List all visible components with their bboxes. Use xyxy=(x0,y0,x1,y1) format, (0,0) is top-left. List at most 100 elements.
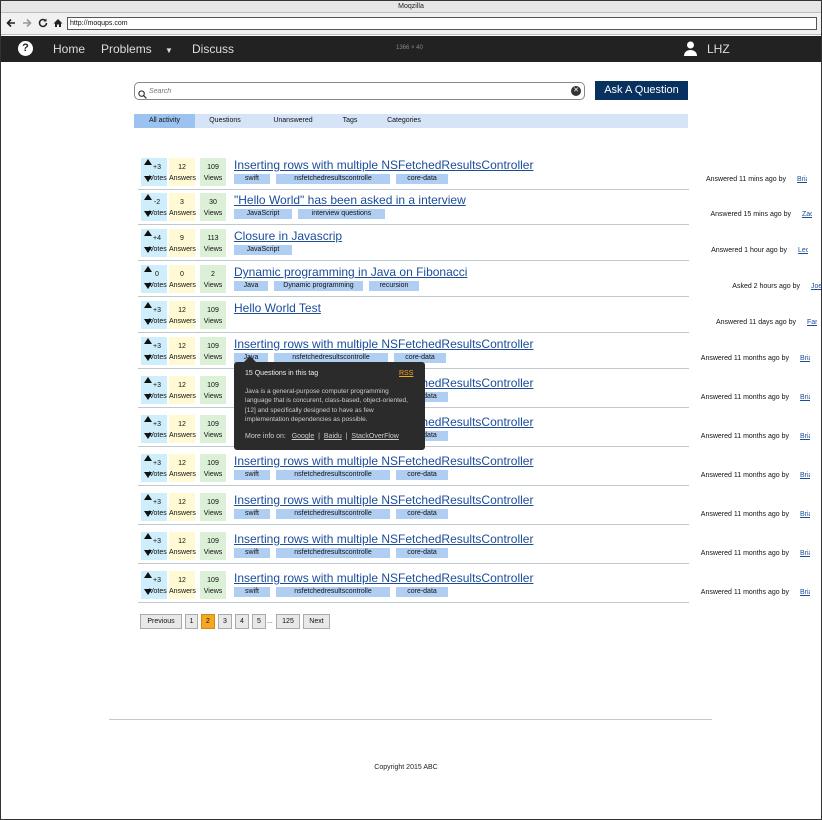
user-name[interactable]: LHZ xyxy=(707,42,730,56)
page-1-button[interactable]: 1 xyxy=(185,614,198,629)
user-link[interactable]: Zac xyxy=(802,210,812,219)
user-link[interactable]: Fan xyxy=(807,318,817,327)
tag-chip[interactable]: core-data xyxy=(396,587,448,597)
tag-chip[interactable]: core-data xyxy=(396,548,448,558)
copyright-text: Copyright 2015 ABC xyxy=(374,764,438,771)
tag-chip[interactable]: nsfetchedresultscontrolle xyxy=(276,174,390,184)
home-icon[interactable] xyxy=(52,17,64,29)
tag-chip[interactable]: nsfetchedresultscontrolle xyxy=(276,587,390,597)
views-label: Views xyxy=(203,393,223,400)
question-title-link[interactable]: "Hello World" has been asked in a interv… xyxy=(234,193,542,207)
answer-count: 12 xyxy=(178,307,186,314)
question-title-link[interactable]: Dynamic programming in Java on Fibonacci xyxy=(234,265,542,279)
views-label: Views xyxy=(203,354,223,361)
nav-discuss[interactable]: Discuss xyxy=(192,42,235,56)
user-link[interactable]: Brian xyxy=(797,175,807,184)
user-link[interactable]: Brian xyxy=(800,471,810,480)
tag-chip[interactable]: swift xyxy=(234,587,270,597)
user-link[interactable]: Brian xyxy=(800,549,810,558)
views-box: 109 Views xyxy=(200,158,226,186)
user-link[interactable]: Brian xyxy=(800,393,810,402)
view-count: 109 xyxy=(207,538,219,545)
tag-chip[interactable]: core-data xyxy=(396,509,448,519)
vote-count: +3 xyxy=(153,307,161,314)
forward-arrow-icon[interactable] xyxy=(21,17,33,29)
votes-box: +3 Votes xyxy=(141,532,167,560)
answered-meta: Answered 15 mins ago by xyxy=(710,211,791,218)
clear-icon[interactable]: ✕ xyxy=(571,86,581,96)
window-title: Moqzilla xyxy=(1,1,821,13)
page-4-button[interactable]: 4 xyxy=(235,614,249,629)
tag-chip[interactable]: Java xyxy=(234,281,268,291)
nav-home[interactable]: Home xyxy=(53,42,85,56)
question-title-link[interactable]: Inserting rows with multiple NSFetchedRe… xyxy=(234,337,542,351)
tag-chip[interactable]: swift xyxy=(234,470,270,480)
search-input[interactable] xyxy=(149,84,569,98)
user-link[interactable]: Brian xyxy=(800,432,810,441)
stackoverflow-link[interactable]: StackOverFlow xyxy=(351,433,398,440)
tab-unanswered[interactable]: Unanswered xyxy=(265,114,321,128)
page-3-button[interactable]: 3 xyxy=(218,614,232,629)
answered-meta: Answered 11 months ago by xyxy=(700,511,789,518)
ask-question-button[interactable]: Ask A Question xyxy=(595,81,688,100)
help-icon[interactable]: ? xyxy=(18,41,33,56)
rss-link[interactable]: RSS xyxy=(399,370,413,377)
question-title-link[interactable]: Hello World Test xyxy=(234,301,542,315)
tag-chip[interactable]: nsfetchedresultscontrolle xyxy=(276,470,390,480)
tag-chip[interactable]: nsfetchedresultscontrolle xyxy=(276,509,390,519)
tag-chip[interactable]: swift xyxy=(234,509,270,519)
question-title-link[interactable]: Closure in Javascrip xyxy=(234,229,542,243)
user-link[interactable]: Joe xyxy=(811,282,821,291)
tag-chip[interactable]: swift xyxy=(234,174,270,184)
tag-chip[interactable]: core-data xyxy=(396,174,448,184)
views-box: 109 Views xyxy=(200,415,226,443)
google-link[interactable]: Google xyxy=(292,433,315,440)
views-label: Views xyxy=(203,432,223,439)
answered-meta: Answered 1 hour ago by xyxy=(711,247,787,254)
user-link[interactable]: Brian xyxy=(800,510,810,519)
views-box: 2 Views xyxy=(200,265,226,293)
question-title-link[interactable]: Inserting rows with multiple NSFetchedRe… xyxy=(234,532,542,546)
answer-count: 12 xyxy=(178,499,186,506)
vote-count: -2 xyxy=(153,199,161,206)
page-125-button[interactable]: 125 xyxy=(276,614,300,629)
question-title-link[interactable]: Inserting rows with multiple NSFetchedRe… xyxy=(234,454,542,468)
user-link[interactable]: Brian xyxy=(800,354,810,363)
tag-chip[interactable]: Dynamic programming xyxy=(274,281,363,291)
previous-page-button[interactable]: Previous xyxy=(140,614,182,629)
tab-questions[interactable]: Questions xyxy=(199,114,251,128)
votes-label: Votes xyxy=(149,588,167,595)
tag-chip[interactable]: interview questions xyxy=(298,209,385,219)
question-row: +3 Votes 12 Answers 109 Views Inserting rows w… xyxy=(138,157,807,190)
views-box: 109 Views xyxy=(200,301,226,329)
user-link[interactable]: Brian xyxy=(800,588,810,597)
question-title-link[interactable]: Inserting rows with multiple NSFetchedRe… xyxy=(234,493,542,507)
answers-label: Answers xyxy=(169,471,196,478)
question-title-link[interactable]: Inserting rows with multiple NSFetchedRe… xyxy=(234,571,542,585)
views-box: 113 Views xyxy=(200,229,226,257)
votes-box: +3 Votes xyxy=(141,415,167,443)
page-5-button[interactable]: 5 xyxy=(252,614,266,629)
tag-chip[interactable]: recursion xyxy=(369,281,419,291)
tag-chip[interactable]: JavaScript xyxy=(234,209,292,219)
tab-tags[interactable]: Tags xyxy=(335,114,365,128)
tag-chip[interactable]: swift xyxy=(234,548,270,558)
question-row: 0 Votes 0 Answers 2 Views Dynamic programming … xyxy=(138,264,821,297)
user-icon[interactable] xyxy=(683,41,698,56)
tag-chip[interactable]: core-data xyxy=(396,470,448,480)
url-input[interactable]: http://moqups.com xyxy=(67,17,817,30)
user-link[interactable]: Leonard xyxy=(798,246,808,255)
page-2-button[interactable]: 2 xyxy=(201,614,215,629)
chevron-down-icon[interactable]: ▼ xyxy=(165,44,173,58)
next-page-button[interactable]: Next xyxy=(303,614,330,629)
question-title-link[interactable]: Inserting rows with multiple NSFetchedRe… xyxy=(234,158,542,172)
vote-count: +3 xyxy=(153,460,161,467)
tag-chip[interactable]: JavaScript xyxy=(234,245,292,255)
tab-categories[interactable]: Categories xyxy=(379,114,429,128)
nav-problems[interactable]: Problems xyxy=(101,42,152,56)
back-arrow-icon[interactable] xyxy=(5,17,17,29)
reload-icon[interactable] xyxy=(37,17,49,29)
tab-all-activity[interactable]: All activity xyxy=(134,114,195,128)
baidu-link[interactable]: Baidu xyxy=(324,433,342,440)
tag-chip[interactable]: nsfetchedresultscontrolle xyxy=(276,548,390,558)
